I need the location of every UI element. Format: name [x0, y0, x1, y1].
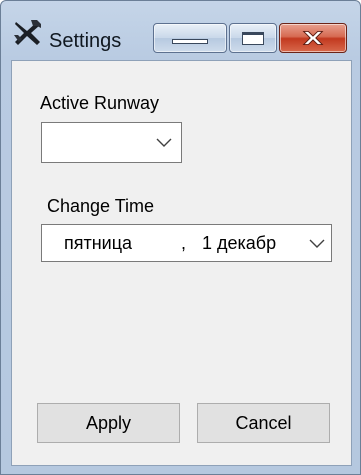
- active-runway-dropdown[interactable]: [41, 122, 182, 163]
- maximize-button[interactable]: [229, 23, 277, 53]
- close-icon: [302, 31, 324, 45]
- minimize-button[interactable]: [153, 23, 227, 53]
- change-time-datepicker[interactable]: пятница , 1 декабр: [41, 224, 332, 262]
- minimize-icon: [172, 39, 208, 44]
- maximize-icon: [242, 32, 264, 45]
- apply-button[interactable]: Apply: [37, 403, 180, 443]
- change-time-label: Change Time: [47, 196, 155, 216]
- window-title: Settings: [49, 30, 122, 52]
- date-separator: ,: [181, 233, 187, 253]
- active-runway-label: Active Runway: [40, 93, 160, 113]
- title-bar[interactable]: Settings: [1, 1, 360, 59]
- date-day-of-week[interactable]: пятница: [64, 233, 132, 253]
- settings-panel: Active Runway Change Time пятница , 1 де…: [11, 60, 352, 466]
- settings-window: Settings Active Runway Change Time пятни…: [0, 0, 361, 475]
- date-day-month[interactable]: 1 декабр: [202, 233, 310, 253]
- close-button[interactable]: [279, 23, 347, 53]
- cancel-button[interactable]: Cancel: [197, 403, 330, 443]
- chevron-down-icon: [156, 138, 172, 147]
- chevron-down-icon[interactable]: [309, 239, 325, 249]
- crossed-tools-icon: [14, 20, 41, 45]
